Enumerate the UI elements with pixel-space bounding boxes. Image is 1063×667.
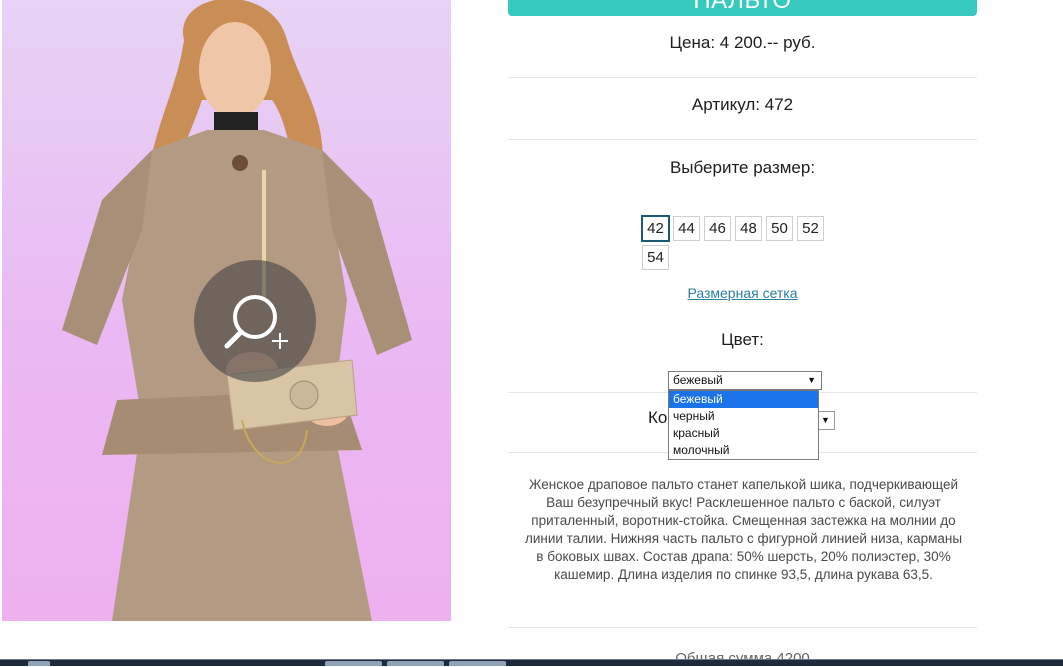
dropdown-arrow-icon: ▼: [821, 415, 830, 425]
size-option-44[interactable]: 44: [673, 216, 700, 241]
size-option-42[interactable]: 42: [641, 215, 670, 242]
size-option-48[interactable]: 48: [735, 216, 762, 241]
divider: [508, 627, 977, 628]
color-option-milk[interactable]: молочный: [669, 442, 818, 459]
taskbar-button[interactable]: [387, 661, 444, 666]
product-image[interactable]: [2, 0, 451, 621]
size-option-46[interactable]: 46: [704, 216, 731, 241]
color-select[interactable]: бежевый ▼: [668, 371, 822, 390]
product-description: Женское драповое пальто станет капелькой…: [524, 477, 963, 582]
divider: [508, 139, 977, 140]
size-chart-link[interactable]: Размерная сетка: [508, 285, 977, 301]
divider: [508, 77, 977, 78]
color-option-beige[interactable]: бежевый: [669, 391, 818, 408]
size-option-54[interactable]: 54: [642, 245, 669, 270]
color-heading: Цвет:: [721, 330, 764, 349]
size-option-52[interactable]: 52: [797, 216, 824, 241]
sku: Артикул: 472: [691, 95, 794, 114]
taskbar-button[interactable]: [449, 661, 506, 666]
zoom-in-icon: [224, 295, 288, 349]
quantity-label: Ко: [648, 408, 668, 427]
color-option-black[interactable]: черный: [669, 408, 818, 425]
size-option-50[interactable]: 50: [766, 216, 793, 241]
zoom-button[interactable]: [194, 260, 316, 382]
color-option-red[interactable]: красный: [669, 425, 818, 442]
taskbar-button[interactable]: [28, 661, 50, 666]
product-title: ПАЛЬТО: [508, 0, 977, 16]
price: Цена: 4 200.-- руб.: [669, 33, 816, 52]
color-select-value: бежевый: [673, 373, 723, 387]
taskbar-button[interactable]: [325, 661, 382, 666]
chevron-down-icon: ▼: [807, 375, 816, 385]
size-heading: Выберите размер:: [669, 158, 816, 177]
color-dropdown-list: бежевый черный красный молочный: [668, 390, 819, 460]
